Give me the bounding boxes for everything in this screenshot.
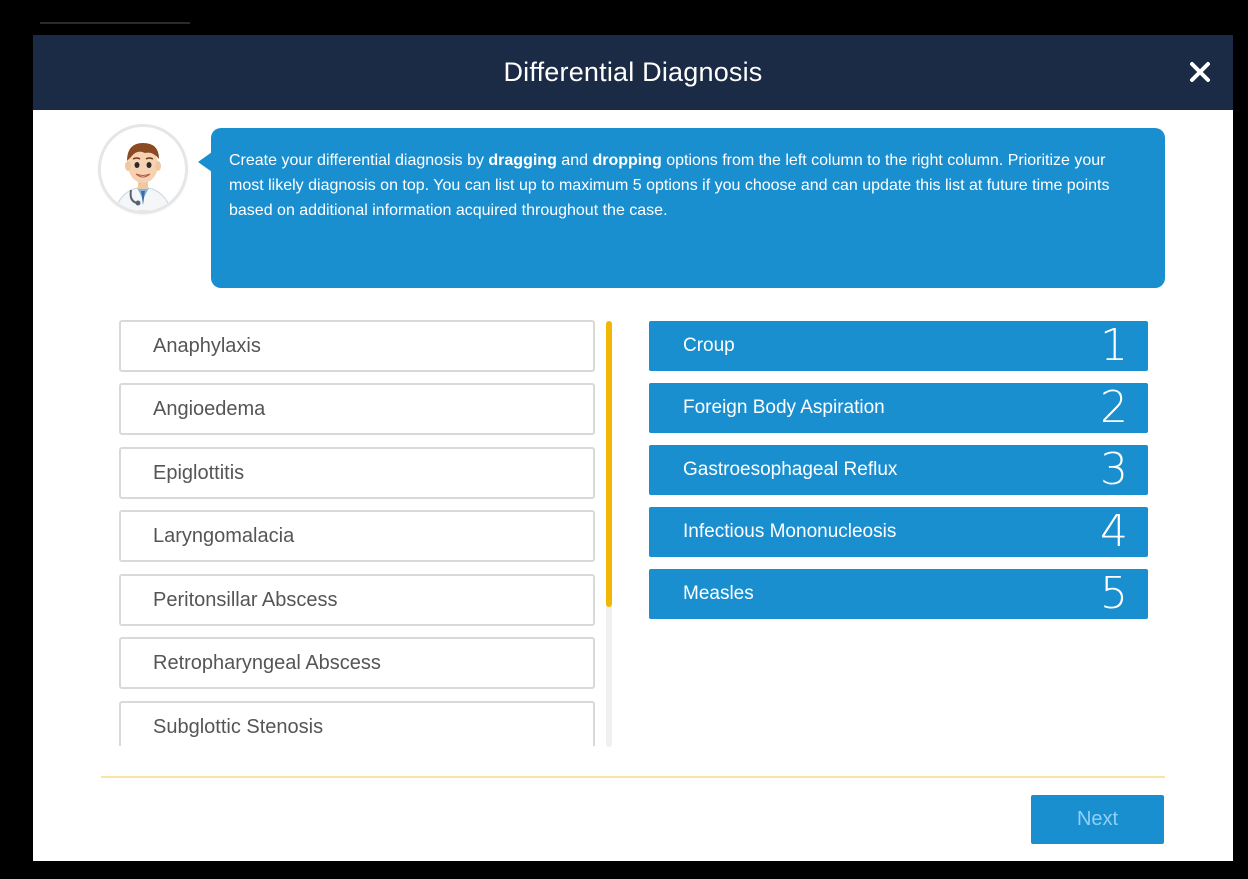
option-item-subglottic-stenosis[interactable]: Subglottic Stenosis xyxy=(119,701,595,746)
option-item-epiglottitis[interactable]: Epiglottitis xyxy=(119,447,595,499)
instructions-text-and: and xyxy=(556,152,593,169)
ranked-diagnosis-list: Croup 1 Foreign Body Aspiration 2 Gastro… xyxy=(649,321,1149,621)
instructions-bold-dragging: dragging xyxy=(488,152,557,169)
ranked-item-label: Gastroesophageal Reflux xyxy=(683,459,898,480)
ranked-item-label: Infectious Mononucleosis xyxy=(683,521,897,542)
options-scrollbar[interactable] xyxy=(606,321,612,747)
ranked-item-rank: 3 xyxy=(1100,444,1128,495)
ranked-item-5[interactable]: Measles 5 xyxy=(649,569,1148,619)
diagnosis-options-list: Anaphylaxis Angioedema Epiglottitis Lary… xyxy=(119,320,597,746)
ranked-item-label: Measles xyxy=(683,583,754,604)
ranked-item-label: Foreign Body Aspiration xyxy=(683,397,885,418)
modal-title: Differential Diagnosis xyxy=(503,57,763,87)
background-page xyxy=(0,0,1248,38)
instructions-text: Create your differential diagnosis by xyxy=(229,152,489,169)
option-item-peritonsillar-abscess[interactable]: Peritonsillar Abscess xyxy=(119,574,595,626)
ranked-item-1[interactable]: Croup 1 xyxy=(649,321,1148,371)
options-scrollbar-thumb[interactable] xyxy=(606,321,612,607)
option-item-angioedema[interactable]: Angioedema xyxy=(119,383,595,435)
ranked-item-rank: 5 xyxy=(1100,568,1128,619)
option-item-retropharyngeal-abscess[interactable]: Retropharyngeal Abscess xyxy=(119,637,595,689)
doctor-avatar xyxy=(101,127,185,211)
doctor-avatar-icon xyxy=(101,127,185,211)
ranked-item-rank: 1 xyxy=(1100,320,1128,371)
option-item-anaphylaxis[interactable]: Anaphylaxis xyxy=(119,320,595,372)
background-ghost-text xyxy=(40,22,190,34)
close-icon xyxy=(1190,62,1210,82)
instructions-bubble: Create your differential diagnosis by dr… xyxy=(198,128,1165,288)
ranked-item-rank: 4 xyxy=(1100,506,1128,557)
footer-divider xyxy=(101,776,1165,778)
ranked-item-3[interactable]: Gastroesophageal Reflux 3 xyxy=(649,445,1148,495)
ranked-item-rank: 2 xyxy=(1100,382,1128,433)
option-item-laryngomalacia[interactable]: Laryngomalacia xyxy=(119,510,595,562)
ranked-item-label: Croup xyxy=(683,335,735,356)
close-button[interactable] xyxy=(1185,57,1215,87)
ranked-item-4[interactable]: Infectious Mononucleosis 4 xyxy=(649,507,1148,557)
next-button[interactable]: Next xyxy=(1031,795,1164,844)
ranked-item-2[interactable]: Foreign Body Aspiration 2 xyxy=(649,383,1148,433)
instructions-bold-dropping: dropping xyxy=(592,152,662,169)
differential-diagnosis-modal: Differential Diagnosis Create your diffe… xyxy=(33,35,1233,861)
modal-header: Differential Diagnosis xyxy=(33,35,1233,110)
